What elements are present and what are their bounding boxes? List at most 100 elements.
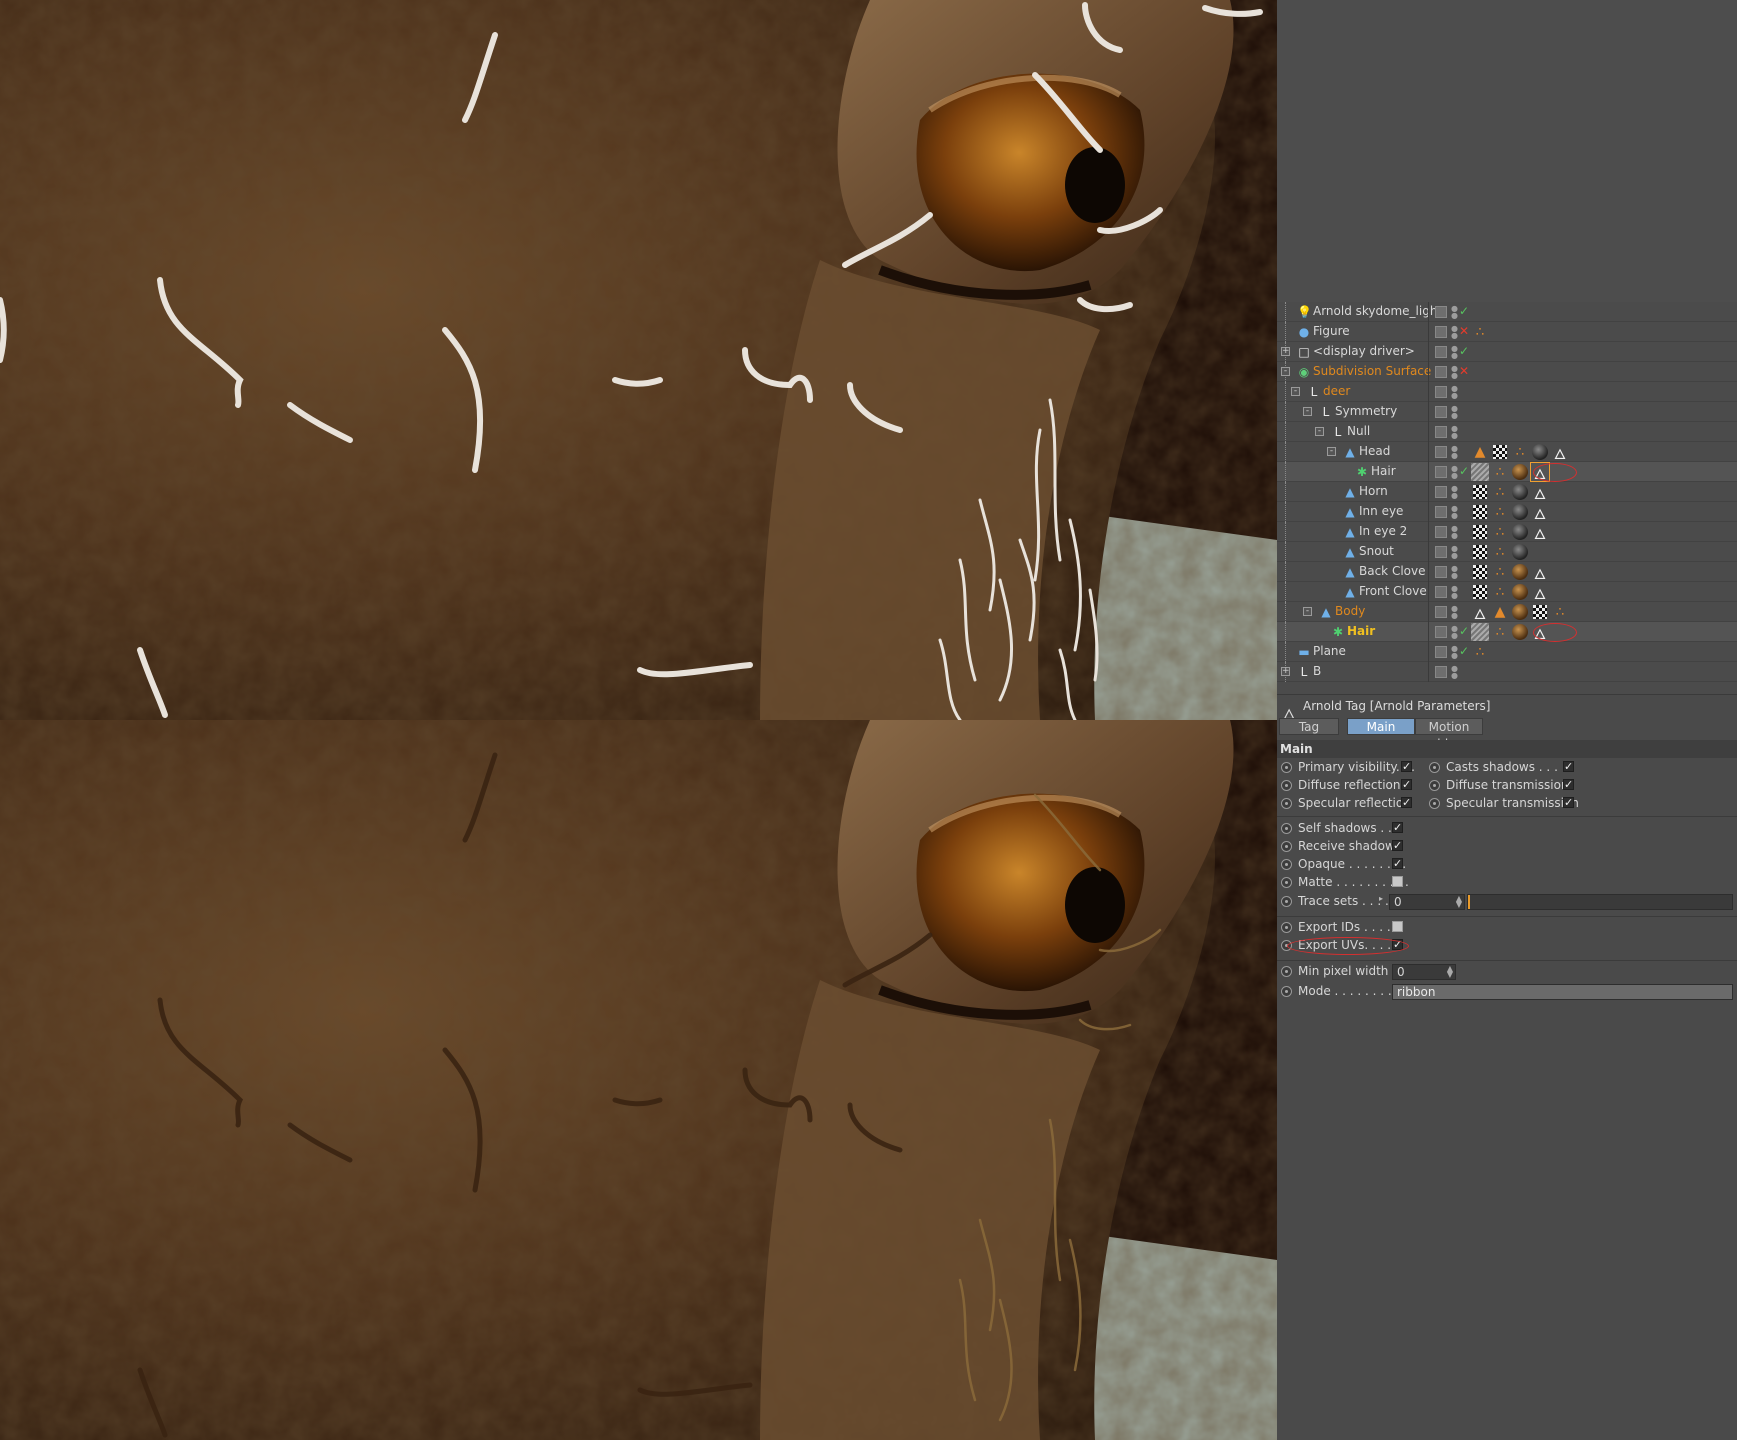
trace-sets-input[interactable]: 0 ▲ ▼ (1389, 894, 1465, 910)
expand-toggle-icon[interactable]: - (1327, 447, 1336, 456)
tex-tag-icon[interactable]: ∴ (1471, 323, 1489, 341)
object-row-hair[interactable]: ✱ Hair ● ● ✓ ∴ 🜂 (1277, 462, 1737, 483)
enabled-check-icon[interactable]: ✓ (1459, 304, 1469, 318)
layer-icon[interactable] (1435, 626, 1447, 638)
slider-handle[interactable] (1468, 895, 1470, 909)
visibility-dots-icon[interactable]: ● ● (1451, 545, 1458, 560)
layer-icon[interactable] (1435, 426, 1447, 438)
arnold-tag-icon[interactable]: 🜂 (1531, 583, 1549, 603)
tex-tag-icon[interactable]: ∴ (1491, 483, 1509, 501)
visibility-dots-icon[interactable]: ● ● (1451, 525, 1458, 540)
primary-visibility-checkbox[interactable]: ✓ (1401, 761, 1412, 772)
mat-tag-icon[interactable] (1512, 624, 1528, 640)
tab-main[interactable]: Main (1347, 718, 1415, 735)
disabled-cross-icon[interactable]: ✕ (1459, 364, 1469, 378)
visibility-dots-icon[interactable]: ● ● (1451, 425, 1458, 440)
object-row-horn[interactable]: ▲ Horn ● ● ∴ 🜂 (1277, 482, 1737, 503)
object-row-null[interactable]: - L Null ● ● (1277, 422, 1737, 442)
visibility-dots-icon[interactable]: ● ● (1451, 325, 1458, 340)
animate-radio[interactable] (1281, 841, 1292, 852)
object-row-back-clove[interactable]: ▲ Back Clove ● ● ∴ 🜂 (1277, 562, 1737, 583)
object-name[interactable]: Hair (1347, 624, 1375, 638)
animate-radio[interactable] (1281, 798, 1292, 809)
layer-icon[interactable] (1435, 386, 1447, 398)
layer-icon[interactable] (1435, 346, 1447, 358)
object-row-plane[interactable]: ▬ Plane ● ● ✓ ∴ (1277, 642, 1737, 662)
visibility-dots-icon[interactable]: ● ● (1451, 585, 1458, 600)
specular-transmission-checkbox[interactable]: ✓ (1563, 797, 1574, 808)
object-name[interactable]: Figure (1313, 324, 1350, 338)
animate-radio[interactable] (1281, 922, 1292, 933)
visibility-dots-icon[interactable]: ● ● (1451, 485, 1458, 500)
layer-icon[interactable] (1435, 326, 1447, 338)
tex-tag-icon[interactable]: ∴ (1491, 623, 1509, 641)
object-name[interactable]: Hair (1371, 464, 1396, 478)
object-row-body[interactable]: - ▲ Body ● ● 🜂 ▲ ∴ (1277, 602, 1737, 623)
tex-tag-icon[interactable]: ∴ (1491, 543, 1509, 561)
object-name[interactable]: Inn eye (1359, 504, 1403, 518)
diffuse-reflection-checkbox[interactable]: ✓ (1401, 779, 1412, 790)
object-name[interactable]: Subdivision Surface (1313, 364, 1431, 378)
animate-radio[interactable] (1281, 877, 1292, 888)
mat-tag-icon[interactable] (1512, 544, 1528, 560)
checker-tag-icon[interactable] (1473, 565, 1487, 579)
expand-toggle-icon[interactable]: - (1303, 407, 1312, 416)
visibility-dots-icon[interactable]: ● ● (1451, 405, 1458, 420)
mat-tag-icon[interactable] (1512, 564, 1528, 580)
expand-toggle-icon[interactable]: - (1315, 427, 1324, 436)
object-name[interactable]: Body (1335, 604, 1365, 618)
tab-tag[interactable]: Tag (1279, 718, 1339, 735)
object-name[interactable]: Horn (1359, 484, 1388, 498)
matte-checkbox[interactable] (1392, 876, 1403, 887)
object-row-head[interactable]: - ▲ Head ● ● ▲ ∴ 🜂 (1277, 442, 1737, 463)
phong-tag-icon[interactable]: ▲ (1491, 603, 1509, 621)
visibility-dots-icon[interactable]: ● ● (1451, 625, 1458, 640)
animate-radio[interactable] (1429, 762, 1440, 773)
tex-tag-icon[interactable]: ∴ (1471, 643, 1489, 661)
object-row-hair[interactable]: ✱ Hair ● ● ✓ ∴ 🜂 (1277, 622, 1737, 643)
visibility-dots-icon[interactable]: ● ● (1451, 385, 1458, 400)
object-name[interactable]: B (1313, 664, 1321, 678)
expand-toggle-icon[interactable]: + (1281, 347, 1290, 356)
layer-icon[interactable] (1435, 486, 1447, 498)
expand-toggle-icon[interactable]: + (1281, 667, 1290, 676)
layer-icon[interactable] (1435, 586, 1447, 598)
checker-tag-icon[interactable] (1473, 505, 1487, 519)
casts-shadows-checkbox[interactable]: ✓ (1563, 761, 1574, 772)
animate-radio[interactable] (1281, 966, 1292, 977)
layer-icon[interactable] (1435, 446, 1447, 458)
tex-tag-icon[interactable]: ∴ (1551, 603, 1569, 621)
expand-arrow-icon[interactable]: ▸ (1379, 894, 1383, 903)
object-row-b[interactable]: + L B ● ● (1277, 662, 1737, 682)
opaque-checkbox[interactable]: ✓ (1392, 858, 1403, 869)
mat-tag-icon[interactable] (1512, 604, 1528, 620)
layer-icon[interactable] (1435, 546, 1447, 558)
enabled-check-icon[interactable]: ✓ (1459, 464, 1469, 478)
tex-tag-icon[interactable]: ∴ (1491, 503, 1509, 521)
layer-icon[interactable] (1435, 466, 1447, 478)
export-ids-checkbox[interactable] (1392, 921, 1403, 932)
object-row-symmetry[interactable]: - L Symmetry ● ● (1277, 402, 1737, 422)
disabled-cross-icon[interactable]: ✕ (1459, 324, 1469, 338)
object-row-inn-eye[interactable]: ▲ Inn eye ● ● ∴ 🜂 (1277, 502, 1737, 523)
object-row-snout[interactable]: ▲ Snout ● ● ∴ (1277, 542, 1737, 562)
object-row-front-clove[interactable]: ▲ Front Clove ● ● ∴ 🜂 (1277, 582, 1737, 603)
self-shadows-checkbox[interactable]: ✓ (1392, 822, 1403, 833)
arnold-tag-icon[interactable]: 🜂 (1551, 443, 1569, 463)
checker-tag-icon[interactable] (1493, 445, 1507, 459)
object-name[interactable]: Null (1347, 424, 1370, 438)
visibility-dots-icon[interactable]: ● ● (1451, 665, 1458, 680)
specular-reflection-checkbox[interactable]: ✓ (1401, 797, 1412, 808)
layer-icon[interactable] (1435, 646, 1447, 658)
object-name[interactable]: In eye 2 (1359, 524, 1407, 538)
mode-dropdown[interactable]: ribbon (1392, 984, 1733, 1000)
tab-motion-blur[interactable]: Motion blur (1415, 718, 1483, 751)
receive-shadows-checkbox[interactable]: ✓ (1392, 840, 1403, 851)
enabled-check-icon[interactable]: ✓ (1459, 644, 1469, 658)
animate-radio[interactable] (1281, 986, 1292, 997)
animate-radio[interactable] (1281, 780, 1292, 791)
object-row-figure[interactable]: ● Figure ● ● ✕ ∴ (1277, 322, 1737, 342)
object-name[interactable]: Arnold skydome_light (1313, 304, 1442, 318)
layer-icon[interactable] (1435, 366, 1447, 378)
visibility-dots-icon[interactable]: ● ● (1451, 505, 1458, 520)
